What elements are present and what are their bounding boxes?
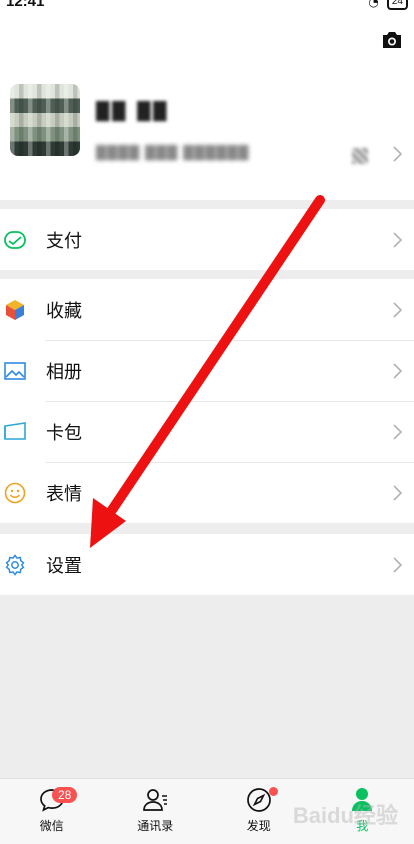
favorites-cube-icon (6, 299, 24, 320)
bottom-tab-bar: 微信 28 通讯录 发现 我 (0, 778, 414, 844)
album-icon (4, 361, 26, 380)
tab-label-discover: 发现 (246, 819, 271, 833)
chevron-right-icon (393, 484, 402, 501)
features-group: 收藏 相册 卡包 表情 (0, 279, 414, 523)
gear-icon (5, 553, 25, 576)
chevron-right-icon (393, 362, 402, 379)
profile-header[interactable]: ██ ██ ████ ███ ██████ (0, 12, 414, 200)
menu-item-settings[interactable]: 设置 (0, 534, 414, 595)
card-wallet-icon (4, 421, 26, 440)
tab-me[interactable]: 我 (311, 779, 414, 844)
tab-contacts[interactable]: 通讯录 (104, 779, 208, 844)
profile-nickname: ██ ██ (96, 102, 170, 122)
status-bar: 12:41 ◔ 24 (0, 0, 414, 12)
unread-badge: 28 (52, 787, 78, 803)
tab-chats[interactable]: 微信 28 (0, 779, 104, 844)
tab-label-me: 我 (356, 819, 369, 833)
chevron-right-icon (393, 423, 402, 440)
chevron-right-icon (393, 556, 402, 573)
tab-label-chats: 微信 (39, 819, 64, 833)
avatar[interactable] (10, 84, 80, 156)
chevron-right-icon (393, 301, 402, 318)
wifi-icon: ◔ (368, 0, 379, 9)
battery-icon: 24 (386, 0, 408, 10)
profile-wechat-id: ████ ███ ██████ (96, 146, 250, 161)
menu-item-cards[interactable]: 卡包 (0, 401, 414, 462)
menu-label-settings: 设置 (46, 555, 82, 577)
menu-label-favorites: 收藏 (46, 300, 82, 322)
pay-group: 支付 (0, 209, 414, 270)
menu-item-pay[interactable]: 支付 (0, 209, 414, 270)
chevron-right-icon (393, 231, 402, 248)
menu-label-album: 相册 (46, 361, 82, 383)
menu-item-favorites[interactable]: 收藏 (0, 279, 414, 340)
qr-code-icon[interactable] (352, 148, 368, 164)
smiley-icon (4, 482, 26, 503)
new-dot-indicator (269, 787, 278, 796)
pay-icon (4, 230, 26, 249)
contacts-icon (143, 789, 168, 811)
menu-label-pay: 支付 (46, 230, 82, 252)
settings-group: 设置 (0, 534, 414, 595)
menu-item-album[interactable]: 相册 (0, 340, 414, 401)
chevron-right-icon (393, 146, 402, 162)
camera-icon[interactable] (380, 30, 404, 50)
status-icons: ◔ 24 (368, 0, 408, 10)
menu-item-stickers[interactable]: 表情 (0, 462, 414, 523)
me-person-icon (352, 788, 373, 811)
menu-label-cards: 卡包 (46, 422, 82, 444)
tab-label-contacts: 通讯录 (137, 819, 174, 833)
status-time: 12:41 (6, 0, 45, 10)
menu-label-stickers: 表情 (46, 483, 82, 505)
tab-discover[interactable]: 发现 (207, 779, 311, 844)
